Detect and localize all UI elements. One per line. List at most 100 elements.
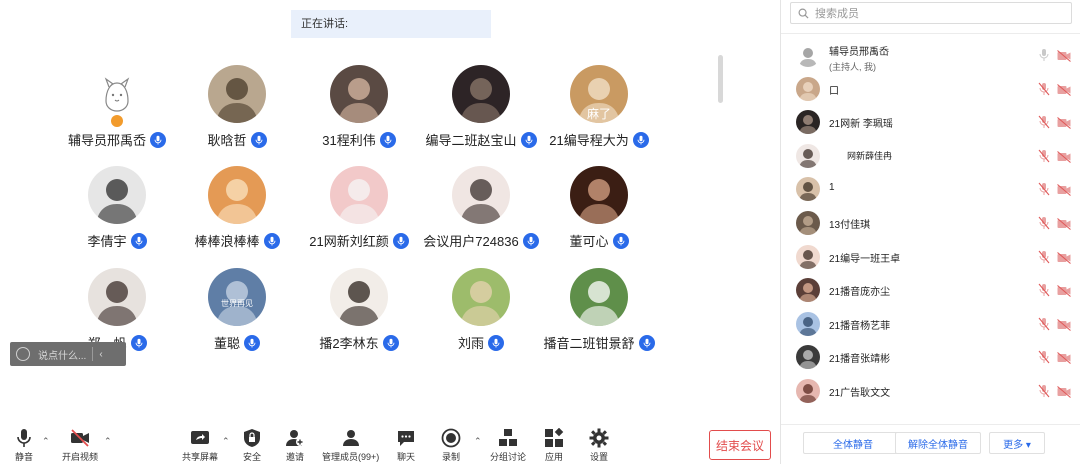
member-row[interactable]: 1 (781, 172, 1080, 206)
apps-label: 应用 (544, 452, 563, 462)
member-row[interactable]: 13付佳琪 (781, 206, 1080, 240)
participant-tile[interactable]: 会议用户724836 (416, 166, 546, 261)
video-off-icon[interactable] (1057, 318, 1071, 331)
share-options-caret[interactable]: ⌃ (222, 436, 230, 447)
participant-tile[interactable]: 棒棒浪棒棒 (172, 166, 302, 261)
video-off-icon[interactable] (1057, 351, 1071, 365)
participant-tile[interactable]: 麻了 21编导程大为 (534, 65, 664, 160)
participant-tile[interactable]: 耿晗哲 (172, 65, 302, 160)
video-off-icon[interactable] (1057, 217, 1071, 230)
participant-tile[interactable]: 编导二班赵宝山 (416, 65, 546, 160)
apps-button[interactable]: 应用 (544, 428, 564, 463)
more-button[interactable]: 更多 ▾ (989, 432, 1045, 454)
mic-muted-icon[interactable] (1038, 283, 1050, 297)
gallery-scrollbar[interactable] (718, 55, 723, 103)
share-screen-button[interactable]: 共享屏幕 (182, 428, 218, 463)
mute-button[interactable]: 静音 (14, 428, 34, 463)
video-off-icon[interactable] (1057, 150, 1071, 163)
member-row[interactable]: 21播音庞亦尘 (781, 273, 1080, 307)
participant-name-row: 21网新刘红颜 (294, 231, 424, 250)
video-off-icon[interactable] (1057, 251, 1071, 264)
invite-button[interactable]: 邀请 (285, 428, 305, 463)
microphone-icon (130, 334, 147, 351)
security-label: 安全 (242, 452, 261, 462)
participant-name: 刘雨 (457, 336, 484, 351)
microphone-icon (638, 334, 655, 351)
member-avatar (796, 345, 820, 370)
participant-tile[interactable]: 刘雨 (416, 268, 546, 363)
start-video-button[interactable]: 开启视频 (62, 428, 98, 463)
participant-name: 董可心 (569, 234, 609, 249)
participant-name: 31程利伟 (322, 133, 376, 148)
mute-all-button[interactable]: 全体静音 (803, 432, 903, 454)
member-name: 口 (829, 85, 839, 97)
members-panel: 搜索成员 辅导员邢禹岙 (主持人, 我) 口 21网新 李珮瑶 网新薛佳冉 1 13付佳琪 2… (780, 0, 1080, 464)
mic-muted-icon[interactable] (1038, 350, 1050, 364)
member-avatar (796, 177, 820, 202)
participant-tile[interactable]: 21网新刘红颜 (294, 166, 424, 261)
chat-divider (92, 347, 94, 361)
member-row[interactable]: 21播音杨艺菲 (781, 307, 1080, 341)
participant-tile[interactable]: 李倩宇 (52, 166, 182, 261)
participant-name: 耿晗哲 (207, 133, 247, 148)
video-off-icon[interactable] (1057, 183, 1071, 197)
participant-tile[interactable]: 播2李林东 (294, 268, 424, 363)
video-options-caret[interactable]: ⌃ (104, 436, 112, 447)
record-options-caret[interactable]: ⌃ (474, 436, 482, 447)
mic-muted-icon[interactable] (1038, 216, 1050, 230)
member-avatar (796, 278, 820, 303)
participant-avatar (570, 166, 628, 224)
settings-button[interactable]: 设置 (589, 428, 609, 463)
microphone-icon (379, 131, 396, 148)
member-row[interactable]: 21广告耿文文 (781, 374, 1080, 408)
video-off-icon (71, 429, 89, 447)
emoji-icon[interactable] (16, 347, 30, 361)
participant-tile[interactable]: 辅导员邢禹岙 (52, 65, 182, 160)
chat-button[interactable]: 聊天 (396, 428, 416, 463)
audio-options-caret[interactable]: ⌃ (42, 436, 50, 447)
participant-tile[interactable]: 世界再见 董聪 (172, 268, 302, 363)
video-off-icon[interactable] (1057, 385, 1071, 398)
microphone-icon[interactable] (1038, 48, 1050, 62)
mic-muted-icon[interactable] (1038, 149, 1050, 163)
manage-members-button[interactable]: 管理成员(99+) (322, 428, 379, 463)
mic-muted-icon[interactable] (1038, 384, 1050, 398)
member-row[interactable]: 辅导员邢禹岙 (主持人, 我) (781, 38, 1080, 72)
participant-tile[interactable]: 31程利伟 (294, 65, 424, 160)
video-off-icon[interactable] (1057, 49, 1071, 62)
participant-name: 21编导程大为 (549, 133, 629, 148)
record-button[interactable]: 录制 (441, 428, 461, 463)
participant-tile[interactable]: 播音二班钳景舒 (534, 268, 664, 363)
end-meeting-button[interactable]: 结束会议 (709, 430, 771, 460)
chat-icon (398, 431, 414, 446)
participant-name-row: 31程利伟 (294, 130, 424, 149)
quick-chat-input[interactable]: 说点什么... ‹ (10, 342, 126, 366)
breakout-icon (499, 429, 517, 446)
member-row[interactable]: 21编导一班王卓 (781, 240, 1080, 274)
mic-muted-icon[interactable] (1038, 182, 1050, 196)
participant-name: 李倩宇 (87, 234, 127, 249)
security-button[interactable]: 安全 (242, 428, 262, 463)
mic-muted-icon[interactable] (1038, 82, 1050, 96)
collapse-chevron-icon[interactable]: ‹ (99, 349, 102, 360)
participant-tile[interactable]: 董可心 (534, 166, 664, 261)
video-off-icon[interactable] (1057, 116, 1071, 130)
mic-muted-icon[interactable] (1038, 250, 1050, 264)
participant-name: 播音二班钳景舒 (543, 336, 635, 351)
member-search-input[interactable]: 搜索成员 (790, 2, 1072, 24)
member-name: 辅导员邢禹岙 (829, 47, 889, 58)
mic-muted-icon[interactable] (1038, 317, 1050, 331)
mic-muted-icon[interactable] (1038, 115, 1050, 129)
member-row[interactable]: 21播音张靖彬 (781, 340, 1080, 374)
participant-name-row: 董聪 (172, 333, 302, 352)
breakout-rooms-button[interactable]: 分组讨论 (490, 428, 526, 463)
video-off-icon[interactable] (1057, 83, 1071, 96)
avatar-overlay-text: 世界再见 (221, 299, 253, 308)
participant-name: 棒棒浪棒棒 (194, 234, 260, 249)
member-row[interactable]: 网新薛佳冉 (781, 139, 1080, 173)
unmute-all-button[interactable]: 解除全体静音 (895, 432, 981, 454)
participant-name-row: 播音二班钳景舒 (534, 333, 664, 352)
video-off-icon[interactable] (1057, 284, 1071, 298)
member-row[interactable]: 口 (781, 72, 1080, 106)
member-row[interactable]: 21网新 李珮瑶 (781, 105, 1080, 139)
